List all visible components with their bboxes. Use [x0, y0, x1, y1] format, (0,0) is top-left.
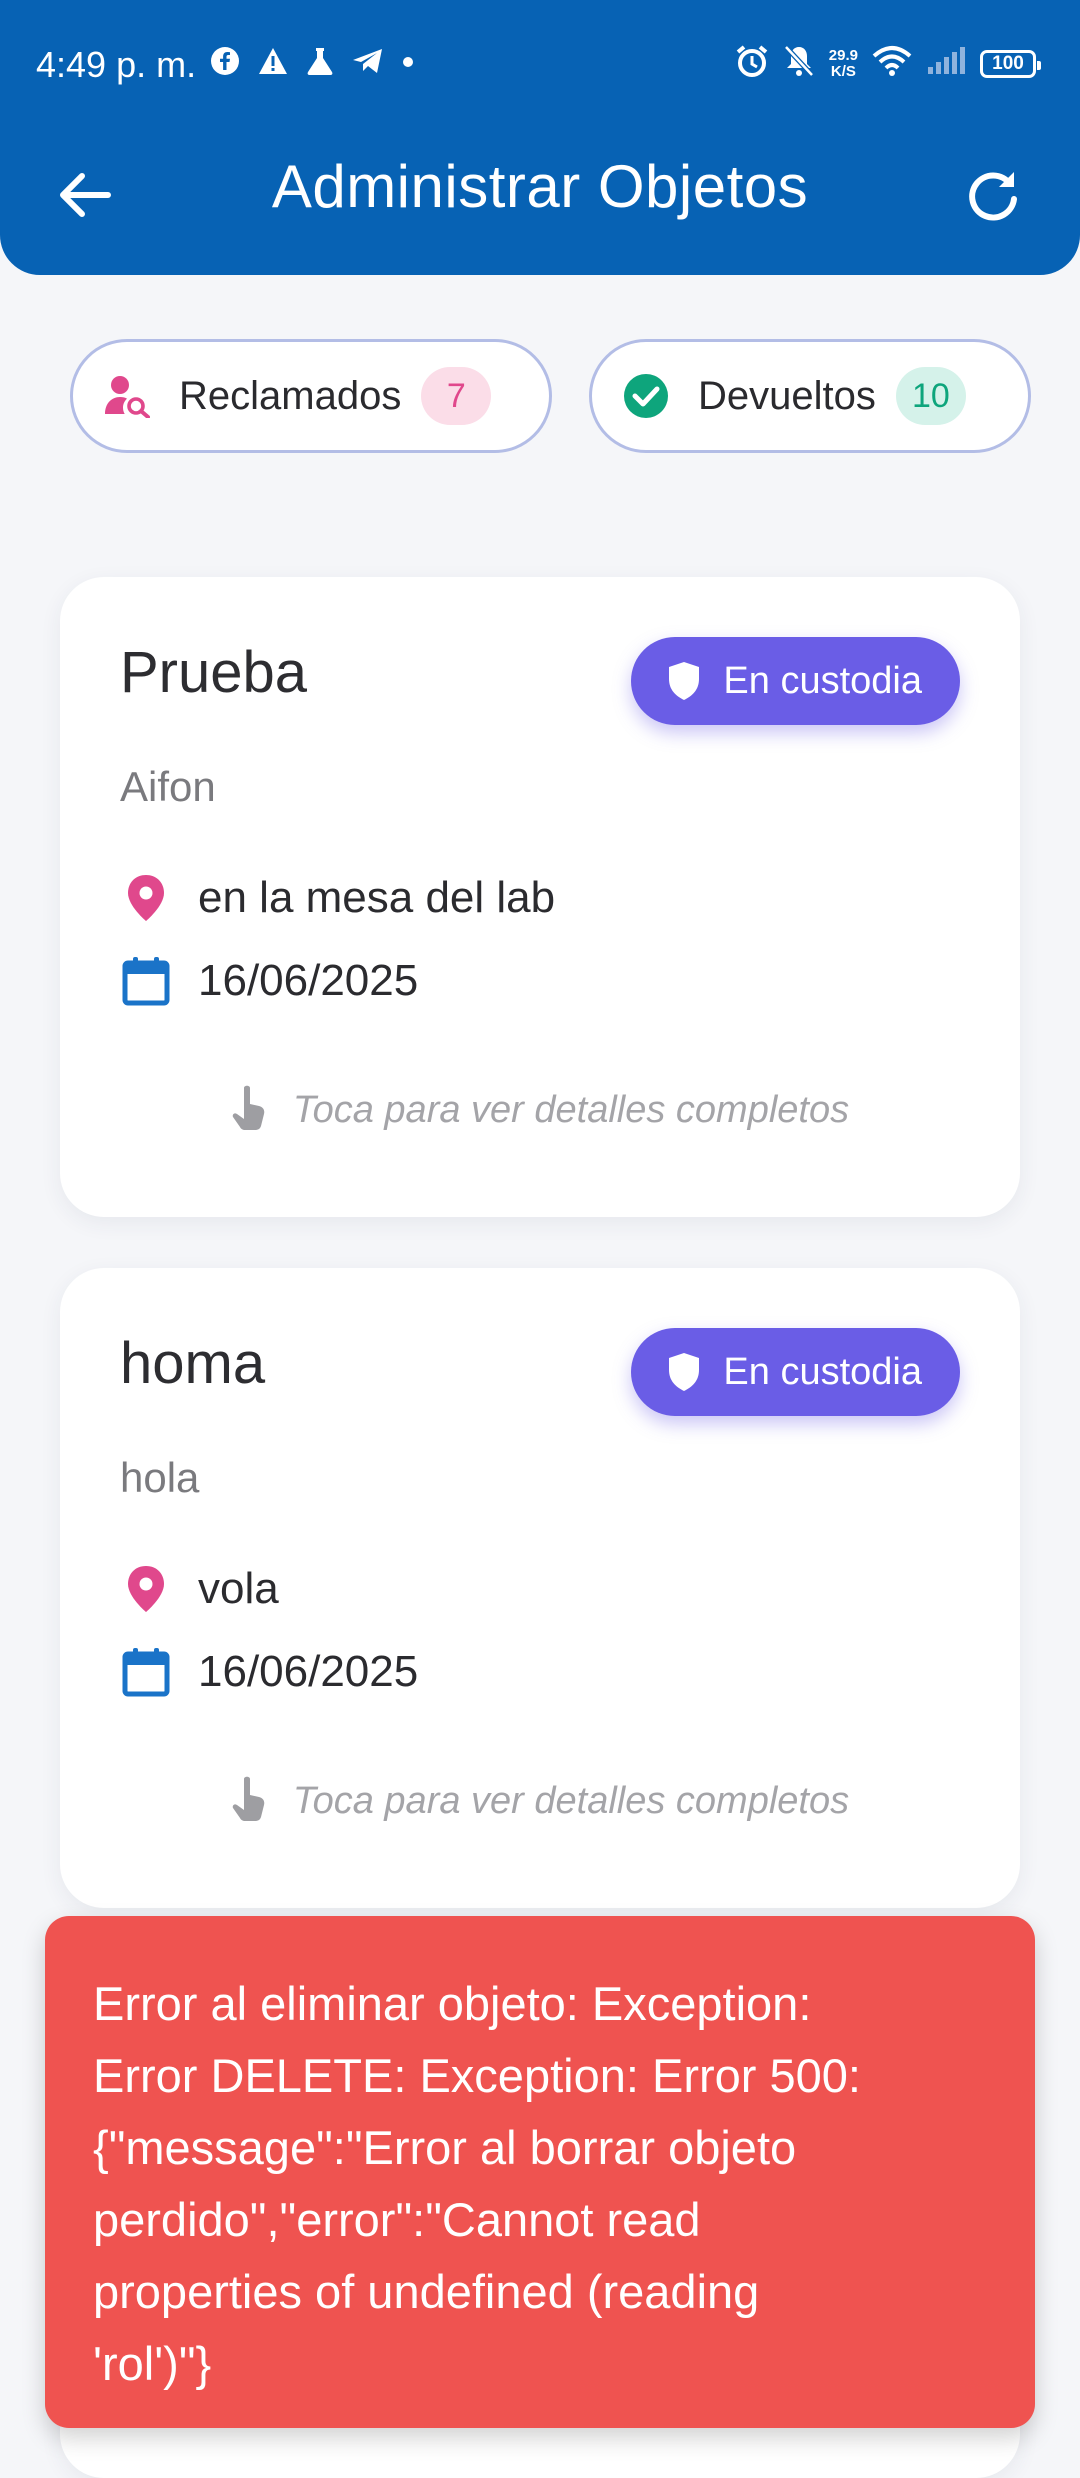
status-time: 4:49 p. m. — [36, 44, 197, 85]
item-location: vola — [198, 1564, 279, 1613]
date-row: 16/06/2025 — [120, 1646, 418, 1698]
location-row: en la mesa del lab — [120, 872, 555, 924]
error-snackbar: Error al eliminar objeto: Exception: Err… — [45, 1916, 1035, 2428]
error-message-line: Error al eliminar objeto: Exception: — [93, 1977, 812, 2030]
filter-chip-devueltos[interactable]: Devueltos 10 — [589, 339, 1031, 453]
flask-icon — [306, 46, 334, 81]
hint-text: Toca para ver detalles completos — [292, 1089, 850, 1131]
notification-icons — [210, 46, 414, 81]
item-card[interactable]: Prueba En custodia Aifon en la mesa del … — [60, 577, 1020, 1217]
error-message-line: perdido","error":"Cannot read — [93, 2193, 701, 2246]
dot-icon — [402, 55, 414, 73]
filter-chip-reclamados[interactable]: Reclamados 7 — [70, 339, 552, 453]
calendar-icon — [120, 955, 172, 1007]
item-description: hola — [120, 1454, 200, 1501]
item-location: en la mesa del lab — [198, 873, 556, 922]
error-message-line: Error DELETE: Exception: Error 500: — [93, 2049, 861, 2102]
error-message-line: properties of undefined (reading — [93, 2265, 760, 2318]
shield-icon — [669, 662, 700, 700]
item-title: Prueba — [120, 640, 308, 705]
battery-icon: 100 — [980, 49, 1041, 78]
network-speed: 29.9 K/S — [828, 46, 858, 80]
bell-off-icon — [783, 44, 815, 83]
warning-icon — [258, 47, 288, 80]
details-hint: Toca para ver detalles completos — [60, 1085, 1020, 1136]
item-date: 16/06/2025 — [198, 956, 419, 1005]
facebook-icon — [210, 46, 240, 81]
item-title: homa — [120, 1331, 266, 1396]
status-bar: 4:49 p. m. 29.9 K/S 100 — [0, 0, 1080, 130]
status-badge: En custodia — [631, 637, 960, 725]
item-date: 16/06/2025 — [198, 1647, 419, 1696]
error-message-line: 'rol')"} — [93, 2337, 212, 2390]
item-card[interactable]: homa En custodia hola vola 16/06/2025 To… — [60, 1268, 1020, 1908]
refresh-button[interactable] — [960, 162, 1026, 228]
item-description: Aifon — [120, 763, 216, 810]
location-pin-icon — [120, 872, 172, 924]
calendar-icon — [120, 1646, 172, 1698]
signal-icon — [926, 47, 966, 80]
touch-icon — [231, 1085, 267, 1136]
user-search-icon — [103, 372, 151, 420]
details-hint: Toca para ver detalles completos — [60, 1776, 1020, 1827]
filter-count-reclamados: 7 — [421, 367, 492, 425]
touch-icon — [231, 1776, 267, 1827]
location-pin-icon — [120, 1563, 172, 1615]
error-message-line: {"message":"Error al borrar objeto — [93, 2121, 797, 2174]
filter-label-reclamados: Reclamados — [179, 373, 402, 418]
filter-label-devueltos: Devueltos — [698, 373, 876, 418]
system-icons: 29.9 K/S 100 — [735, 44, 1041, 83]
filter-count-devueltos: 10 — [895, 367, 966, 425]
status-badge-label: En custodia — [723, 1350, 922, 1393]
wifi-icon — [872, 45, 912, 82]
shield-icon — [669, 1353, 700, 1391]
telegram-icon — [352, 47, 384, 80]
status-badge: En custodia — [631, 1328, 960, 1416]
status-badge-label: En custodia — [723, 659, 922, 702]
hint-text: Toca para ver detalles completos — [292, 1780, 850, 1822]
app-bar: 4:49 p. m. 29.9 K/S 100 Administrar Obje… — [0, 0, 1080, 275]
date-row: 16/06/2025 — [120, 955, 418, 1007]
check-circle-icon — [622, 372, 670, 420]
refresh-icon — [969, 172, 1017, 221]
alarm-icon — [735, 44, 769, 83]
page-title: Administrar Objetos — [271, 153, 809, 220]
location-row: vola — [120, 1563, 279, 1615]
